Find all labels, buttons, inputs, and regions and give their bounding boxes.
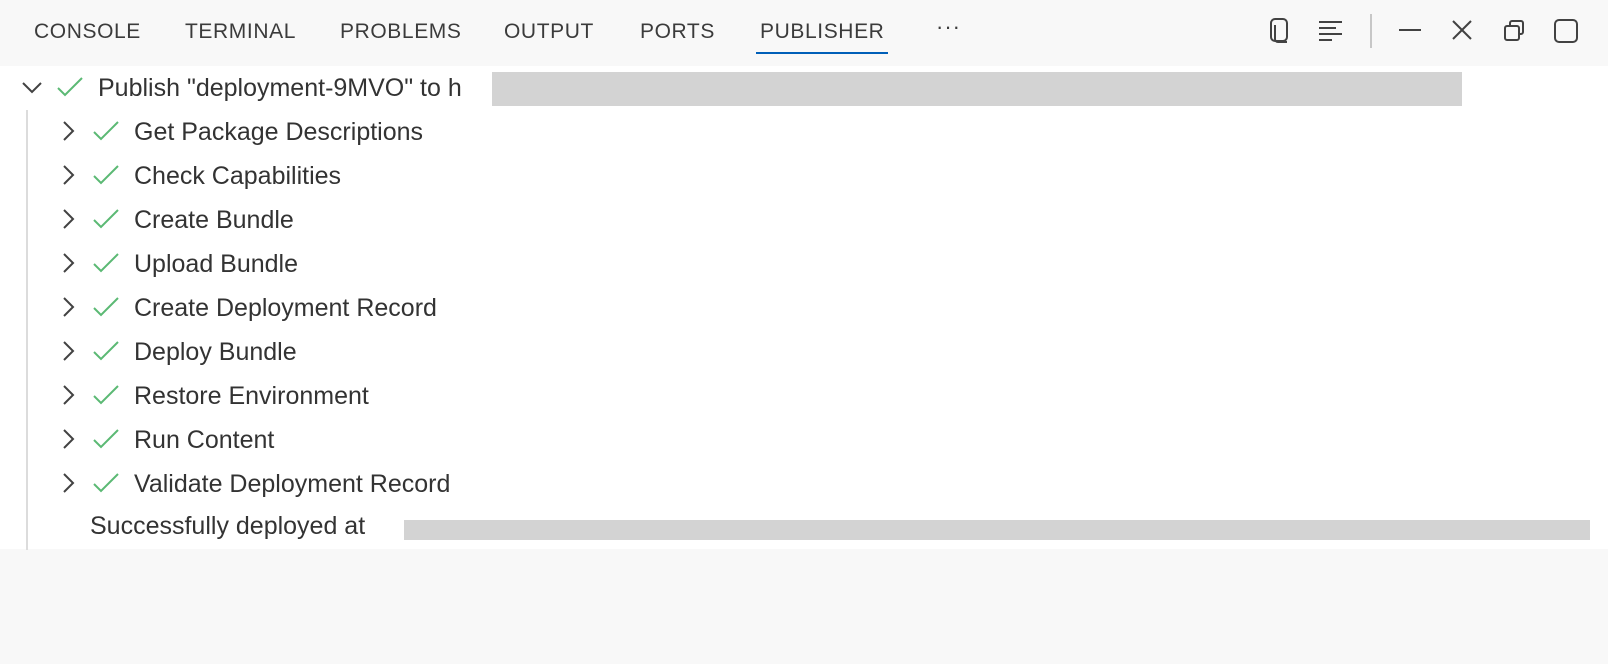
check-icon <box>92 339 120 368</box>
restore-icon[interactable] <box>1500 15 1530 47</box>
step-label: Get Package Descriptions <box>134 118 424 146</box>
more-tabs-icon[interactable]: ··· <box>936 14 961 40</box>
check-icon <box>92 119 120 148</box>
check-icon <box>92 207 120 236</box>
check-icon <box>92 295 120 324</box>
step-row[interactable]: Get Package Descriptions <box>0 110 1608 154</box>
step-row[interactable]: Create Bundle <box>0 198 1608 242</box>
step-label: Validate Deployment Record <box>134 470 451 498</box>
minimize-icon[interactable] <box>1396 15 1426 47</box>
tab-console[interactable]: CONSOLE <box>34 18 141 46</box>
step-label: Create Bundle <box>134 206 294 234</box>
step-row[interactable]: Restore Environment <box>0 374 1608 418</box>
step-label: Run Content <box>134 426 275 454</box>
publisher-panel: CONSOLE TERMINAL PROBLEMS OUTPUT PORTS P… <box>0 0 1608 664</box>
tree-root-label: Publish "deployment-9MVO" to h <box>98 74 462 102</box>
close-icon[interactable] <box>1448 15 1478 47</box>
chevron-down-icon[interactable] <box>20 75 44 104</box>
maximize-icon[interactable] <box>1552 15 1582 47</box>
chevron-right-icon[interactable] <box>56 207 80 236</box>
chevron-right-icon[interactable] <box>56 295 80 324</box>
check-icon <box>92 251 120 280</box>
step-label: Deploy Bundle <box>134 338 297 366</box>
step-label: Create Deployment Record <box>134 294 437 322</box>
toolbar-separator <box>1370 14 1372 48</box>
tab-terminal[interactable]: TERMINAL <box>185 18 296 46</box>
step-row[interactable]: Deploy Bundle <box>0 330 1608 374</box>
check-icon <box>92 383 120 412</box>
check-icon <box>56 75 84 104</box>
step-row[interactable]: Upload Bundle <box>0 242 1608 286</box>
panel-tab-bar: CONSOLE TERMINAL PROBLEMS OUTPUT PORTS P… <box>0 0 1608 66</box>
tab-problems[interactable]: PROBLEMS <box>340 18 462 46</box>
chevron-right-icon[interactable] <box>56 339 80 368</box>
step-row[interactable]: Run Content <box>0 418 1608 462</box>
check-icon <box>92 427 120 456</box>
tab-output[interactable]: OUTPUT <box>504 18 594 46</box>
redacted-server-url <box>492 72 1462 106</box>
copy-icon[interactable] <box>1264 15 1294 47</box>
chevron-right-icon[interactable] <box>56 163 80 192</box>
tree-root-row[interactable]: Publish "deployment-9MVO" to h <box>0 66 1608 110</box>
tab-publisher[interactable]: PUBLISHER <box>755 18 889 54</box>
chevron-right-icon[interactable] <box>56 251 80 280</box>
chevron-right-icon[interactable] <box>56 119 80 148</box>
step-row[interactable]: Validate Deployment Record <box>0 462 1608 506</box>
step-label: Upload Bundle <box>134 250 299 278</box>
check-icon <box>92 471 120 500</box>
redacted-deployment-url <box>404 520 1590 540</box>
check-icon <box>92 163 120 192</box>
tab-ports[interactable]: PORTS <box>640 18 715 46</box>
step-label: Restore Environment <box>134 382 369 410</box>
step-row[interactable]: Create Deployment Record <box>0 286 1608 330</box>
chevron-right-icon[interactable] <box>56 383 80 412</box>
word-wrap-icon[interactable] <box>1316 15 1346 47</box>
chevron-right-icon[interactable] <box>56 427 80 456</box>
result-message: Successfully deployed at <box>90 512 366 540</box>
step-label: Check Capabilities <box>134 162 342 190</box>
publisher-output: Publish "deployment-9MVO" to h Get Packa… <box>0 66 1608 550</box>
step-row[interactable]: Check Capabilities <box>0 154 1608 198</box>
chevron-right-icon[interactable] <box>56 471 80 500</box>
